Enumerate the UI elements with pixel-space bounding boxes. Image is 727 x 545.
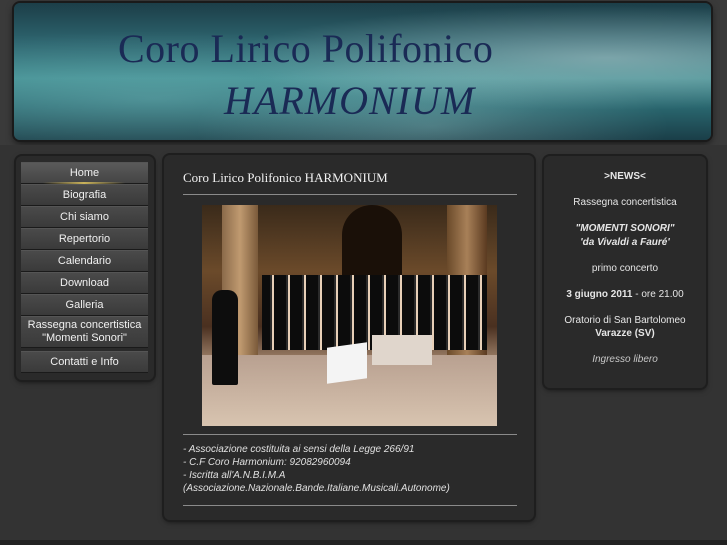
event-entry: Ingresso libero (592, 354, 658, 365)
photo-detail (212, 290, 238, 385)
info-line: - Associazione costituita ai sensi della… (183, 444, 415, 455)
info-line: (Associazione.Nazionale.Bande.Italiane.M… (183, 483, 450, 494)
nav-item-home[interactable]: Home (21, 162, 148, 184)
nav-item-galleria[interactable]: Galleria (21, 294, 148, 316)
event-date: 3 giugno 2011 (566, 289, 633, 300)
divider (183, 194, 517, 195)
event-name: "MOMENTI SONORI" (575, 223, 675, 234)
site-title: Coro Lirico Polifonico (118, 26, 494, 71)
footer-bar (0, 540, 727, 545)
nav-item-label: Chi siamo (60, 211, 109, 223)
nav-item-calendario[interactable]: Calendario (21, 250, 148, 272)
event-venue: Oratorio di San Bartolomeo (564, 315, 686, 326)
photo-detail (372, 335, 432, 365)
header-banner: Coro Lirico Polifonico HARMONIUM (14, 3, 711, 140)
news-heading: >NEWS< (604, 171, 646, 182)
event-time: - ore 21.00 (632, 289, 684, 300)
nav-item-label: Calendario (57, 255, 112, 267)
association-info: - Associazione costituita ai sensi della… (183, 443, 523, 495)
nav-item-label: Rassegna concertistica (27, 319, 142, 331)
nav-item-label: Repertorio (58, 233, 111, 245)
choir-photo (202, 205, 497, 426)
site-subtitle: HARMONIUM (224, 78, 476, 123)
news-box: >NEWS< Rassegna concertistica "MOMENTI S… (544, 156, 706, 388)
news-line: Rassegna concertistica (573, 197, 677, 208)
photo-detail (327, 342, 367, 384)
nav-item-label: Galleria (65, 299, 104, 311)
nav-item-label: Download (60, 277, 109, 289)
nav-item-label: Biografia (62, 189, 107, 201)
event-city: Varazze (SV) (595, 328, 655, 339)
main-content: Coro Lirico Polifonico HARMONIUM - Assoc… (164, 155, 534, 520)
event-subtitle: 'da Vivaldi a Fauré' (580, 237, 670, 248)
nav-item-chi-siamo[interactable]: Chi siamo (21, 206, 148, 228)
nav-item-contatti[interactable]: Contatti e Info (21, 351, 148, 373)
nav-item-rassegna[interactable]: Rassegna concertistica "Momenti Sonori" (21, 316, 148, 348)
divider (183, 505, 517, 506)
news-line: primo concerto (591, 263, 659, 274)
nav-item-label: Home (69, 167, 100, 179)
nav-item-download[interactable]: Download (21, 272, 148, 294)
event-datetime: 3 giugno 2011 - ore 21.00 (544, 288, 706, 301)
divider (183, 434, 517, 435)
info-line: - C.F Coro Harmonium: 92082960094 (183, 457, 351, 468)
nav-item-label: Contatti e Info (50, 356, 119, 368)
nav-item-label-line2: "Momenti Sonori" (42, 332, 127, 344)
nav-item-biografia[interactable]: Biografia (21, 184, 148, 206)
page-title: Coro Lirico Polifonico HARMONIUM (183, 170, 388, 185)
info-line: - Iscritta all'A.N.B.I.M.A (183, 470, 286, 481)
sidebar-nav: Home Biografia Chi siamo Repertorio Cale… (16, 156, 154, 380)
nav-item-repertorio[interactable]: Repertorio (21, 228, 148, 250)
